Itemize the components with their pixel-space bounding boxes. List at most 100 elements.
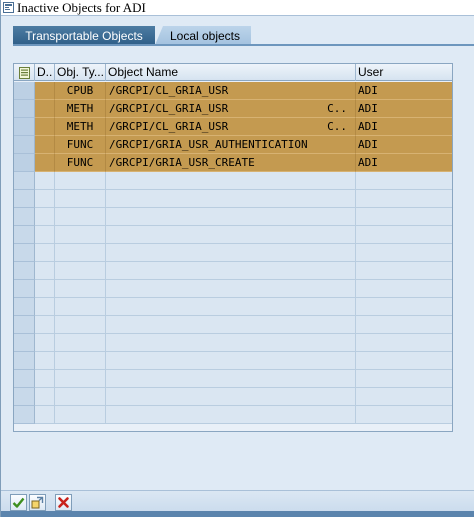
cell-user[interactable] [356,370,452,388]
table-row[interactable]: FUNC/GRCPI/GRIA_USR_AUTHENTICATION ADI [14,136,452,154]
cell-d[interactable] [35,334,55,352]
empty-table-row[interactable] [14,388,452,406]
table-row[interactable]: FUNC/GRCPI/GRIA_USR_CREATE ADI [14,154,452,172]
cell-d[interactable] [35,262,55,280]
row-selector[interactable] [14,100,35,118]
cell-object-name[interactable] [106,406,356,424]
cell-d[interactable] [35,244,55,262]
cell-obj-type[interactable] [55,208,106,226]
empty-table-row[interactable] [14,352,452,370]
column-header-d[interactable]: D.. [35,64,55,81]
table-row[interactable]: METH/GRCPI/CL_GRIA_USR C.. ADI [14,100,452,118]
cell-obj-type[interactable] [55,280,106,298]
row-selector[interactable] [14,82,35,100]
cell-d[interactable] [35,370,55,388]
cell-object-name[interactable] [106,208,356,226]
empty-table-row[interactable] [14,334,452,352]
row-selector[interactable] [14,388,35,406]
cell-obj-type[interactable] [55,316,106,334]
cell-user[interactable] [356,316,452,334]
row-selector[interactable] [14,226,35,244]
continue-button[interactable] [10,494,27,511]
empty-table-row[interactable] [14,226,452,244]
cell-user[interactable] [356,172,452,190]
cell-user[interactable] [356,208,452,226]
cell-obj-type[interactable]: METH [55,118,106,136]
cell-d[interactable] [35,136,55,154]
cell-object-name[interactable] [106,316,356,334]
cell-object-name[interactable] [106,190,356,208]
column-header-user[interactable]: User [356,64,452,81]
cell-user[interactable] [356,226,452,244]
cell-user[interactable] [356,280,452,298]
cell-object-name[interactable] [106,298,356,316]
cell-user[interactable]: ADI [356,118,452,136]
cell-obj-type[interactable]: FUNC [55,136,106,154]
cell-d[interactable] [35,388,55,406]
row-selector[interactable] [14,316,35,334]
row-selector[interactable] [14,262,35,280]
cell-object-name[interactable] [106,172,356,190]
cell-object-name[interactable] [106,262,356,280]
table-row[interactable]: METH/GRCPI/CL_GRIA_USR C.. ADI [14,118,452,136]
empty-table-row[interactable] [14,298,452,316]
cell-user[interactable] [356,334,452,352]
cell-d[interactable] [35,406,55,424]
cell-user[interactable] [356,352,452,370]
cell-object-name[interactable] [106,244,356,262]
empty-table-row[interactable] [14,280,452,298]
cell-user[interactable] [356,190,452,208]
tab-transportable-objects[interactable]: Transportable Objects [13,26,155,45]
row-selector[interactable] [14,352,35,370]
cell-object-name[interactable]: /GRCPI/GRIA_USR_AUTHENTICATION [106,136,356,154]
tab-local-objects[interactable]: Local objects [155,26,251,45]
cell-obj-type[interactable] [55,370,106,388]
cell-obj-type[interactable] [55,172,106,190]
empty-table-row[interactable] [14,406,452,424]
cell-user[interactable]: ADI [356,136,452,154]
cell-obj-type[interactable] [55,298,106,316]
row-selector[interactable] [14,118,35,136]
cell-user[interactable]: ADI [356,82,452,100]
cell-d[interactable] [35,316,55,334]
cell-object-name[interactable] [106,370,356,388]
cell-d[interactable] [35,100,55,118]
empty-table-row[interactable] [14,208,452,226]
row-selector[interactable] [14,244,35,262]
cell-user[interactable] [356,244,452,262]
column-header-object-name[interactable]: Object Name [106,64,356,81]
cell-d[interactable] [35,298,55,316]
cell-user[interactable]: ADI [356,154,452,172]
cell-user[interactable] [356,298,452,316]
row-selector[interactable] [14,370,35,388]
cell-object-name[interactable] [106,280,356,298]
row-selector[interactable] [14,406,35,424]
table-row[interactable]: CPUB/GRCPI/CL_GRIA_USR ADI [14,82,452,100]
cell-d[interactable] [35,172,55,190]
row-selector[interactable] [14,280,35,298]
cell-user[interactable] [356,262,452,280]
cell-user[interactable]: ADI [356,100,452,118]
cell-obj-type[interactable] [55,262,106,280]
row-selector[interactable] [14,154,35,172]
cell-object-name[interactable] [106,388,356,406]
row-selector[interactable] [14,298,35,316]
empty-table-row[interactable] [14,244,452,262]
cell-obj-type[interactable] [55,226,106,244]
row-selector[interactable] [14,190,35,208]
cell-obj-type[interactable]: METH [55,100,106,118]
empty-table-row[interactable] [14,262,452,280]
cell-obj-type[interactable] [55,388,106,406]
cell-obj-type[interactable] [55,190,106,208]
cell-d[interactable] [35,154,55,172]
cell-object-name[interactable] [106,334,356,352]
row-selector[interactable] [14,334,35,352]
cell-object-name[interactable]: /GRCPI/CL_GRIA_USR C.. [106,100,356,118]
cell-object-name[interactable] [106,352,356,370]
cell-obj-type[interactable] [55,352,106,370]
cell-d[interactable] [35,226,55,244]
select-all-icon[interactable] [14,64,35,81]
cell-obj-type[interactable] [55,244,106,262]
cell-user[interactable] [356,388,452,406]
row-selector[interactable] [14,172,35,190]
